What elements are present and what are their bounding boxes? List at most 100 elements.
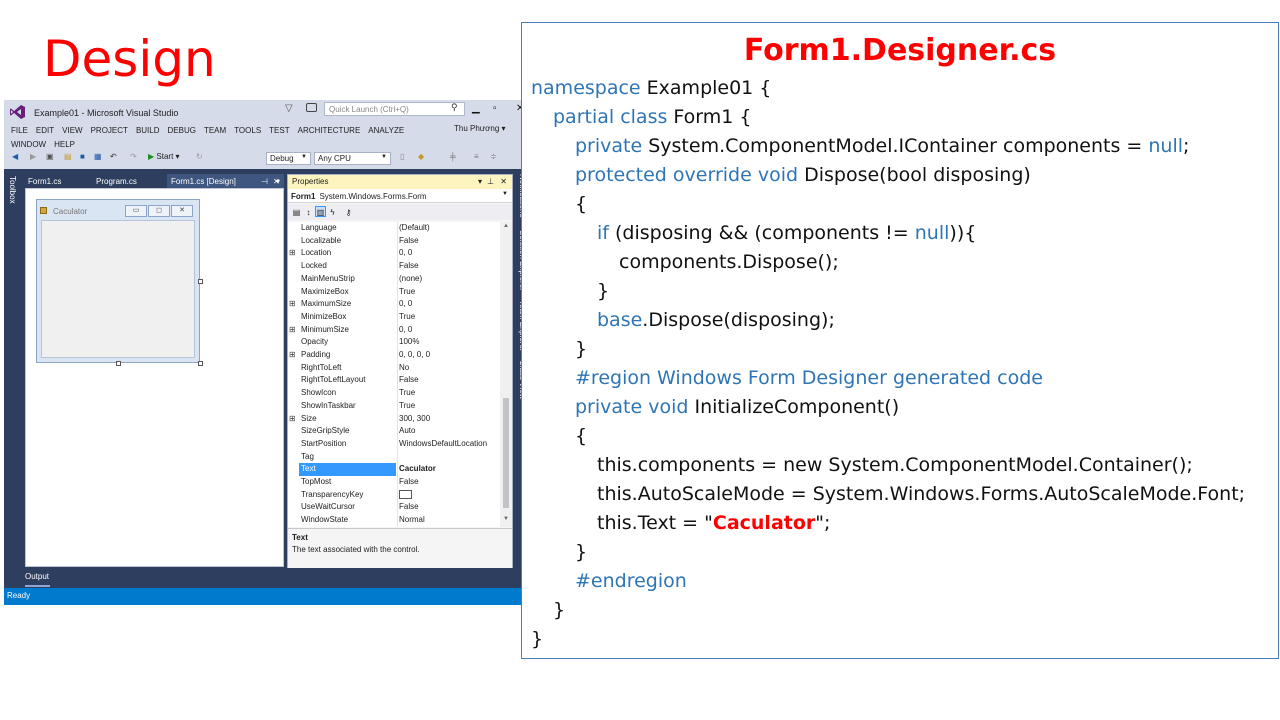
expand-icon[interactable]: ⊞ xyxy=(289,247,299,260)
property-row[interactable]: Text Caculator xyxy=(288,463,500,476)
align-icon[interactable]: ╪ xyxy=(450,152,456,161)
spacing-vertical-icon[interactable]: ≑ xyxy=(490,152,497,161)
menu-help[interactable]: HELP xyxy=(54,138,75,152)
window-position-icon[interactable]: ▾ xyxy=(478,177,482,186)
property-value[interactable]: False xyxy=(397,501,500,515)
menu-view[interactable]: VIEW xyxy=(62,124,82,138)
tab-overflow-icon[interactable]: ▾ xyxy=(276,177,280,186)
property-value[interactable]: 0, 0 xyxy=(397,247,500,261)
property-value[interactable]: WindowsDefaultLocation xyxy=(397,437,500,451)
tab-form1-designer[interactable]: Form1.cs [Design] ⊣ ✕ xyxy=(167,174,284,188)
property-value[interactable] xyxy=(397,450,500,464)
menu-file[interactable]: FILE xyxy=(11,124,28,138)
start-debugging-button[interactable]: ▶ Start ▾ xyxy=(148,152,180,161)
property-value[interactable]: Caculator xyxy=(397,463,500,476)
property-value[interactable]: 300, 300 xyxy=(397,412,500,426)
resize-handle-bottom[interactable] xyxy=(116,361,121,366)
tab-form1-cs[interactable]: Form1.cs xyxy=(24,174,65,188)
toolbox-tab[interactable]: Toolbox xyxy=(4,172,22,292)
property-value[interactable]: False xyxy=(397,374,500,388)
property-row[interactable]: StartPosition WindowsDefaultLocation xyxy=(288,437,500,451)
pin-icon[interactable]: ⊥ xyxy=(487,177,494,186)
property-row[interactable]: MaximizeBox True xyxy=(288,285,500,299)
property-value[interactable]: No xyxy=(397,361,500,375)
property-row[interactable]: ⊞ Location 0, 0 xyxy=(288,247,500,261)
maximize-icon[interactable]: ▫ xyxy=(493,103,497,114)
forward-icon[interactable]: ▶ xyxy=(30,152,36,161)
device-icon[interactable]: ▯ xyxy=(400,152,404,161)
property-row[interactable]: MinimizeBox True xyxy=(288,310,500,324)
back-icon[interactable]: ◀ xyxy=(12,152,18,161)
output-tab[interactable]: Output xyxy=(25,568,531,588)
refresh-icon[interactable]: ↻ xyxy=(196,152,203,161)
property-value[interactable]: (Default) xyxy=(397,222,500,235)
resize-handle-corner[interactable] xyxy=(198,361,203,366)
property-pages-icon[interactable]: ⚷ xyxy=(343,207,354,218)
redo-icon[interactable]: ↷ xyxy=(130,152,137,161)
property-value[interactable]: True xyxy=(397,387,500,400)
menu-project[interactable]: PROJECT xyxy=(91,124,128,138)
property-row[interactable]: ⊞ Size 300, 300 xyxy=(288,412,500,426)
scroll-down-icon[interactable]: ▼ xyxy=(503,516,509,522)
property-row[interactable]: ShowIcon True xyxy=(288,387,500,400)
expand-icon[interactable]: ⊞ xyxy=(289,349,299,362)
property-row[interactable]: Localizable False xyxy=(288,234,500,248)
feedback-icon[interactable] xyxy=(306,103,317,112)
property-value[interactable]: 0, 0, 0, 0 xyxy=(397,349,500,362)
scrollbar-thumb[interactable] xyxy=(503,398,509,508)
property-value[interactable]: True xyxy=(397,285,500,299)
property-row[interactable]: Opacity 100% xyxy=(288,336,500,349)
properties-icon[interactable]: ▥ xyxy=(315,206,326,217)
spacing-icon[interactable]: ≡ xyxy=(474,152,479,161)
close-icon[interactable]: ✕ xyxy=(500,177,507,186)
menu-build[interactable]: BUILD xyxy=(136,124,160,138)
tab-program-cs[interactable]: Program.cs xyxy=(92,174,141,188)
property-value[interactable]: Normal xyxy=(397,514,500,527)
expand-icon[interactable]: ⊞ xyxy=(289,324,299,337)
property-row[interactable]: RightToLeftLayout False xyxy=(288,374,500,388)
menu-analyze[interactable]: ANALYZE xyxy=(368,124,404,138)
menu-team[interactable]: TEAM xyxy=(204,124,226,138)
solution-platform-select[interactable]: Any CPU ▼ xyxy=(314,152,391,165)
properties-scrollbar[interactable]: ▲ ▼ xyxy=(500,222,512,527)
menu-edit[interactable]: EDIT xyxy=(36,124,54,138)
property-row[interactable]: RightToLeft No xyxy=(288,361,500,375)
menu-window[interactable]: WINDOW xyxy=(11,138,46,152)
scroll-up-icon[interactable]: ▲ xyxy=(503,223,509,229)
categorized-icon[interactable]: ▤ xyxy=(291,207,302,218)
property-value[interactable]: False xyxy=(397,476,500,489)
property-row[interactable]: WindowState Normal xyxy=(288,514,500,527)
form-designer-surface[interactable]: Caculator ▭ ◻ ✕ xyxy=(25,188,284,567)
search-icon[interactable]: ⚲ xyxy=(451,102,458,113)
alphabetical-icon[interactable]: ↕ xyxy=(303,207,314,218)
property-row[interactable]: Locked False xyxy=(288,260,500,273)
property-row[interactable]: UseWaitCursor False xyxy=(288,501,500,515)
property-value[interactable]: 0, 0 xyxy=(397,323,500,337)
pin-icon[interactable]: ⊣ xyxy=(261,177,268,186)
minimize-icon[interactable]: ▁ xyxy=(472,103,480,114)
property-row[interactable]: Tag xyxy=(288,450,500,464)
property-row[interactable]: Language (Default) xyxy=(288,222,500,235)
expand-icon[interactable]: ⊞ xyxy=(289,298,299,311)
property-row[interactable]: ⊞ MinimumSize 0, 0 xyxy=(288,323,500,337)
property-value[interactable]: True xyxy=(397,310,500,324)
open-file-icon[interactable]: ▤ xyxy=(64,152,72,161)
property-value[interactable] xyxy=(397,488,500,502)
designer-form[interactable]: Caculator ▭ ◻ ✕ xyxy=(36,199,200,363)
solution-configuration-select[interactable]: Debug ▼ xyxy=(266,152,311,165)
property-value[interactable]: 0, 0 xyxy=(397,298,500,311)
property-value[interactable]: False xyxy=(397,234,500,248)
property-row[interactable]: TopMost False xyxy=(288,476,500,489)
expand-icon[interactable]: ⊞ xyxy=(289,413,299,426)
resize-handle-right[interactable] xyxy=(198,279,203,284)
property-row[interactable]: TransparencyKey xyxy=(288,488,500,502)
save-all-icon[interactable]: ▦ xyxy=(94,152,102,161)
property-row[interactable]: MainMenuStrip (none) xyxy=(288,272,500,286)
property-value[interactable]: True xyxy=(397,399,500,413)
menu-architecture[interactable]: ARCHITECTURE xyxy=(298,124,361,138)
property-row[interactable]: SizeGripStyle Auto xyxy=(288,425,500,438)
property-row[interactable]: ⊞ MaximumSize 0, 0 xyxy=(288,298,500,311)
property-value[interactable]: False xyxy=(397,260,500,273)
undo-icon[interactable]: ↶ xyxy=(110,152,117,161)
property-value[interactable]: (none) xyxy=(397,272,500,286)
